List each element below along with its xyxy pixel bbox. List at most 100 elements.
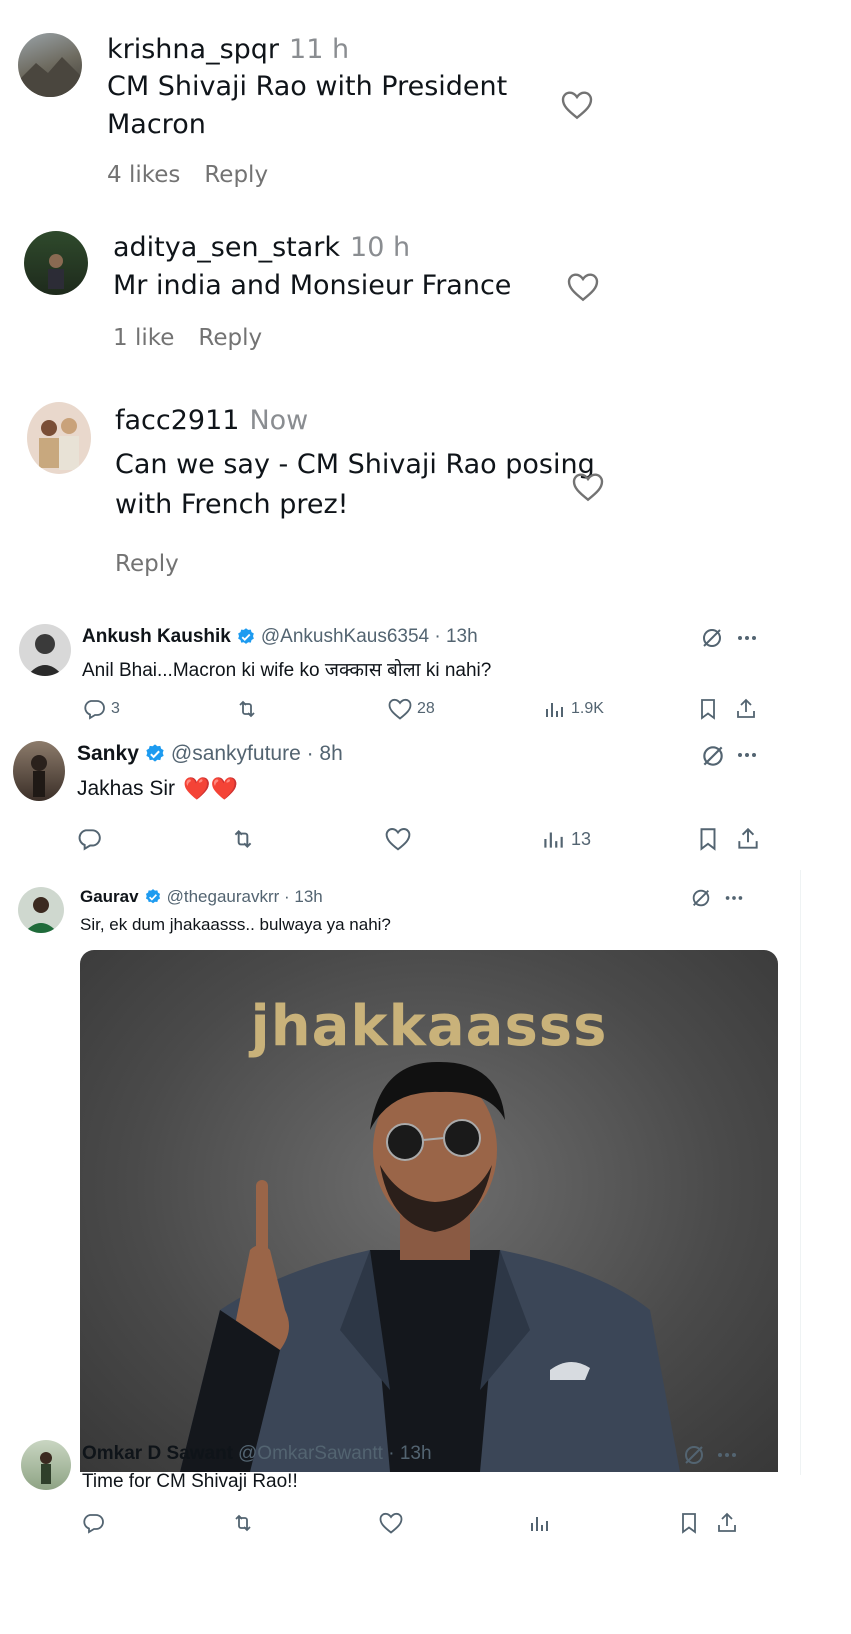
comment-username[interactable]: facc2911 [115, 405, 239, 436]
view-count: 1.9K [571, 700, 604, 717]
tweet-header: Ankush Kaushik @AnkushKaus6354 · 13h [82, 626, 478, 648]
views-button[interactable] [527, 1511, 551, 1535]
share-icon[interactable] [715, 1511, 739, 1535]
handle-and-time[interactable]: @thegauravkrr · 13h [167, 887, 323, 907]
reply-button[interactable]: Reply [204, 162, 268, 188]
avatar[interactable] [13, 741, 65, 801]
share-icon[interactable] [734, 697, 758, 721]
tweet-media-image[interactable]: jhakkaasss [80, 950, 778, 1472]
retweet-button[interactable] [235, 697, 259, 721]
retweet-button[interactable] [230, 826, 256, 852]
heart-icon [379, 1512, 403, 1534]
views-icon [544, 832, 563, 848]
reply-button[interactable]: 3 [82, 697, 120, 721]
comment-text: Can we say - CM Shivaji Rao posing with … [115, 445, 595, 525]
tweet-text: Jakhas Sir ❤️❤️ [77, 776, 238, 802]
display-name[interactable]: Sanky [77, 742, 139, 766]
comment-text: CM Shivaji Rao with President Macron [107, 68, 507, 144]
display-name[interactable]: Ankush Kaushik [82, 626, 231, 648]
comment-text-line: CM Shivaji Rao with President [107, 71, 508, 102]
heart-icon[interactable] [567, 272, 599, 302]
comment-time: Now [249, 405, 309, 436]
tweet-header: Sanky @sankyfuture · 8h [77, 742, 343, 766]
tweet-text-content: Jakhas Sir [77, 777, 176, 800]
handle-and-time[interactable]: @AnkushKaus6354 · 13h [261, 626, 478, 648]
likes-count[interactable]: 4 likes [107, 162, 180, 188]
avatar[interactable] [18, 33, 82, 97]
reply-icon [78, 829, 101, 851]
reply-count: 3 [111, 700, 120, 717]
like-count: 28 [417, 700, 435, 717]
like-button[interactable] [379, 1511, 403, 1535]
heart-icon[interactable] [561, 90, 593, 120]
retweet-icon [239, 700, 255, 718]
verified-badge-icon [144, 743, 166, 765]
comment-text-line: Macron [107, 109, 206, 140]
avatar[interactable] [24, 231, 88, 295]
views-icon [546, 703, 563, 717]
more-options-icon[interactable] [723, 887, 745, 909]
reply-button[interactable] [81, 1511, 105, 1535]
reply-button[interactable] [76, 826, 102, 852]
comment-username[interactable]: aditya_sen_stark [113, 232, 340, 263]
comment-username[interactable]: krishna_spqr [107, 34, 279, 65]
grok-icon[interactable] [700, 743, 726, 769]
instagram-comments-panel: krishna_spqr 11 h CM Shivaji Rao with Pr… [0, 0, 650, 640]
man-in-suit-illustration [180, 1061, 680, 1472]
views-icon [531, 1517, 548, 1531]
grok-icon[interactable] [690, 887, 712, 909]
heart-emoji: ❤️❤️ [183, 776, 238, 801]
comment-header: facc2911 Now [115, 405, 308, 436]
grok-icon[interactable] [700, 626, 724, 650]
grok-icon[interactable] [682, 1443, 706, 1467]
tweet-header: Gaurav @thegauravkrr · 13h [80, 887, 323, 907]
tweet-text: Sir, ek dum jhakaasss.. bulwaya ya nahi? [80, 915, 391, 934]
comment-header: aditya_sen_stark 10 h [113, 232, 410, 263]
bookmark-icon[interactable] [696, 697, 720, 721]
retweet-icon [234, 830, 252, 848]
retweet-button[interactable] [231, 1511, 255, 1535]
bookmark-icon[interactable] [677, 1511, 701, 1535]
tweet-header: Omkar D Sawant @OmkarSawantt · 13h [82, 1443, 432, 1465]
comment-text-line: Can we say - CM Shivaji Rao posing [115, 449, 595, 480]
comment-text-line: Mr india and Monsieur France [113, 270, 512, 301]
likes-count[interactable]: 1 like [113, 325, 174, 351]
display-name[interactable]: Omkar D Sawant [82, 1443, 233, 1465]
verified-badge-icon [144, 888, 162, 906]
share-icon[interactable] [735, 826, 761, 852]
comment-header: krishna_spqr 11 h [107, 34, 349, 65]
reply-icon [84, 700, 105, 720]
tweet-text: Time for CM Shivaji Rao!! [82, 1471, 298, 1492]
reply-icon [83, 1514, 104, 1534]
reply-button[interactable]: Reply [115, 551, 179, 577]
like-button[interactable] [385, 826, 411, 852]
handle-and-time[interactable]: @OmkarSawantt · 13h [238, 1443, 432, 1465]
like-button[interactable]: 28 [388, 697, 435, 721]
comment-actions: 1 like Reply [113, 325, 262, 351]
heart-icon [385, 828, 411, 851]
comment-text: Mr india and Monsieur France [113, 267, 511, 305]
more-options-icon[interactable] [715, 1443, 739, 1467]
views-button[interactable]: 1.9K [542, 697, 604, 721]
avatar[interactable] [18, 887, 64, 933]
retweet-icon [235, 1514, 251, 1532]
view-count: 13 [571, 828, 592, 849]
more-options-icon[interactable] [735, 626, 759, 650]
avatar[interactable] [21, 1440, 71, 1490]
comment-actions: Reply [115, 551, 179, 577]
display-name[interactable]: Gaurav [80, 887, 139, 907]
avatar[interactable] [27, 402, 91, 474]
views-button[interactable]: 13 [540, 826, 591, 852]
bookmark-icon[interactable] [695, 826, 721, 852]
avatar[interactable] [19, 624, 71, 676]
handle-and-time[interactable]: @sankyfuture · 8h [171, 742, 343, 766]
comment-text-line: with French prez! [115, 489, 349, 520]
reply-button[interactable]: Reply [198, 325, 262, 351]
heart-icon [388, 698, 412, 720]
heart-icon[interactable] [572, 472, 604, 502]
comment-time: 11 h [289, 34, 350, 65]
comment-time: 10 h [350, 232, 411, 263]
verified-badge-icon [236, 627, 256, 647]
tweet-text: Anil Bhai...Macron ki wife ko जक्कास बोल… [82, 660, 492, 681]
more-options-icon[interactable] [735, 743, 759, 767]
